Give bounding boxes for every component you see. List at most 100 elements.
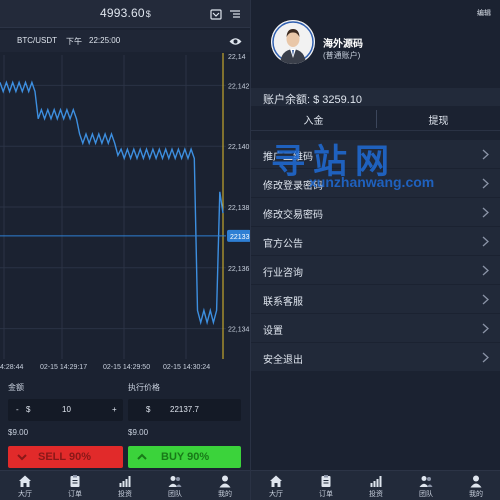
chevron-right-icon: [482, 265, 489, 276]
account-balance: 账户余额: $ 3259.10: [263, 94, 363, 106]
y-tick-label: 22,142: [228, 83, 250, 90]
eye-icon[interactable]: [229, 37, 242, 46]
pair-bar: BTC/USDT 下午 22:25:00: [0, 30, 250, 52]
time-display: 22:25:00: [89, 36, 121, 45]
price-currency: $: [146, 405, 151, 414]
chart-icon: [370, 476, 382, 487]
amount-plus-button[interactable]: +: [112, 405, 117, 414]
x-tick-label: 4:28:44: [0, 364, 23, 371]
bottom-tab-bar: 大厅 订单 投资 团队 我的: [251, 470, 500, 500]
deposit-button[interactable]: 入金: [251, 112, 376, 127]
withdraw-button[interactable]: 提现: [376, 112, 500, 127]
menu-item-referral-qr[interactable]: 推广二维码: [251, 140, 500, 169]
chevron-right-icon: [482, 178, 489, 189]
profile-screen: 编辑 海外源码 (普通账户) 账户余额: $ 3259.10 入金 提现 推广二…: [250, 0, 500, 500]
wallet-icon[interactable]: [210, 8, 222, 20]
edit-link[interactable]: 编辑: [477, 8, 491, 18]
sell-label: SELL 90%: [38, 451, 91, 463]
tab-team[interactable]: 团队: [401, 471, 451, 500]
trading-pair[interactable]: BTC/USDT: [17, 36, 57, 45]
chevron-right-icon: [482, 352, 489, 363]
amount-input[interactable]: 10: [62, 405, 71, 414]
account-balance-row: 账户余额: $ 3259.10: [251, 88, 500, 106]
menu-item-label: 安全退出: [263, 355, 303, 366]
tab-label: 投资: [369, 491, 383, 498]
y-tick-label: 22,140: [228, 144, 250, 151]
chevron-right-icon: [482, 323, 489, 334]
price-chart-svg: 22,142 22,140 22,138 22,136 22,134 22,14 22133…: [0, 53, 250, 371]
top-bar: 4993.60$: [0, 0, 250, 28]
menu-item-label: 修改登录密码: [263, 181, 323, 192]
team-icon: [168, 476, 182, 487]
amount-total: $9.00: [8, 428, 29, 437]
menu-item-settings[interactable]: 设置: [251, 314, 500, 343]
menu-item-label: 设置: [263, 326, 283, 337]
tab-mine[interactable]: 我的: [200, 471, 250, 500]
tab-mine[interactable]: 我的: [451, 471, 500, 500]
menu-item-industry-news[interactable]: 行业咨询: [251, 256, 500, 285]
tab-team[interactable]: 团队: [150, 471, 200, 500]
profile-header: 编辑 海外源码 (普通账户): [251, 0, 500, 88]
y-tick-label: 22,136: [228, 266, 250, 273]
buy-label: BUY 90%: [161, 451, 210, 463]
menu-item-label: 联系客服: [263, 297, 303, 308]
tab-label: 大厅: [18, 491, 32, 498]
chevron-right-icon: [482, 149, 489, 160]
chevron-right-icon: [482, 236, 489, 247]
clipboard-icon: [321, 475, 331, 487]
tab-invest[interactable]: 投资: [100, 471, 150, 500]
tab-label: 我的: [469, 491, 483, 498]
avatar-image: [271, 20, 315, 64]
tab-hall[interactable]: 大厅: [0, 471, 50, 500]
chevron-right-icon: [482, 294, 489, 305]
x-tick-label: 02-15 14:29:50: [103, 364, 150, 371]
tab-label: 投资: [118, 491, 132, 498]
chart-icon: [119, 476, 131, 487]
menu-item-label: 行业咨询: [263, 268, 303, 279]
price-field: $ 22137.7: [128, 399, 241, 421]
menu-item-label: 推广二维码: [263, 152, 313, 163]
time-period: 下午: [66, 37, 82, 46]
top-balance: 4993.60$: [100, 6, 151, 20]
avatar[interactable]: [271, 20, 315, 64]
tab-label: 团队: [168, 491, 182, 498]
amount-currency: $: [26, 405, 31, 414]
menu-item-customer-service[interactable]: 联系客服: [251, 285, 500, 314]
chevron-up-icon: [137, 453, 147, 460]
app-root: 4993.60$ BTC/USDT 下午 22:25:00 22,142 22,1…: [0, 0, 500, 500]
buy-button[interactable]: BUY 90%: [128, 446, 241, 468]
menu-item-login-password[interactable]: 修改登录密码: [251, 169, 500, 198]
price-input[interactable]: 22137.7: [170, 405, 199, 414]
tab-orders[interactable]: 订单: [301, 471, 351, 500]
x-tick-label: 02-15 14:30:24: [163, 364, 210, 371]
price-label: 执行价格: [128, 383, 160, 392]
menu-list-icon[interactable]: [229, 8, 241, 20]
sell-button[interactable]: SELL 90%: [8, 446, 123, 468]
current-price-label: 22133: [230, 234, 250, 241]
clipboard-icon: [70, 475, 80, 487]
username: 海外源码: [323, 39, 363, 50]
amount-label: 金额: [8, 383, 24, 392]
y-tick-label: 22,134: [228, 327, 250, 334]
tab-label: 我的: [218, 491, 232, 498]
menu-item-label: 修改交易密码: [263, 210, 323, 221]
tab-invest[interactable]: 投资: [351, 471, 401, 500]
tab-orders[interactable]: 订单: [50, 471, 100, 500]
y-tick-label: 22,138: [228, 205, 250, 212]
user-icon: [470, 475, 482, 488]
bottom-tab-bar: 大厅 订单 投资 团队 我的: [0, 470, 250, 500]
chevron-right-icon: [482, 207, 489, 218]
home-icon: [270, 475, 282, 487]
menu-item-announcements[interactable]: 官方公告: [251, 227, 500, 256]
tab-label: 订单: [68, 491, 82, 498]
x-tick-label: 02-15 14:29:17: [40, 364, 87, 371]
tab-label: 团队: [419, 491, 433, 498]
trading-screen: 4993.60$ BTC/USDT 下午 22:25:00 22,142 22,1…: [0, 0, 250, 500]
amount-minus-button[interactable]: -: [16, 405, 19, 414]
amount-field: - $ 10 +: [8, 399, 123, 421]
menu-item-label: 官方公告: [263, 239, 303, 250]
menu-item-logout[interactable]: 安全退出: [251, 343, 500, 372]
menu-item-trade-password[interactable]: 修改交易密码: [251, 198, 500, 227]
tab-hall[interactable]: 大厅: [251, 471, 301, 500]
price-chart[interactable]: 22,142 22,140 22,138 22,136 22,134 22,14 22133…: [0, 53, 250, 373]
